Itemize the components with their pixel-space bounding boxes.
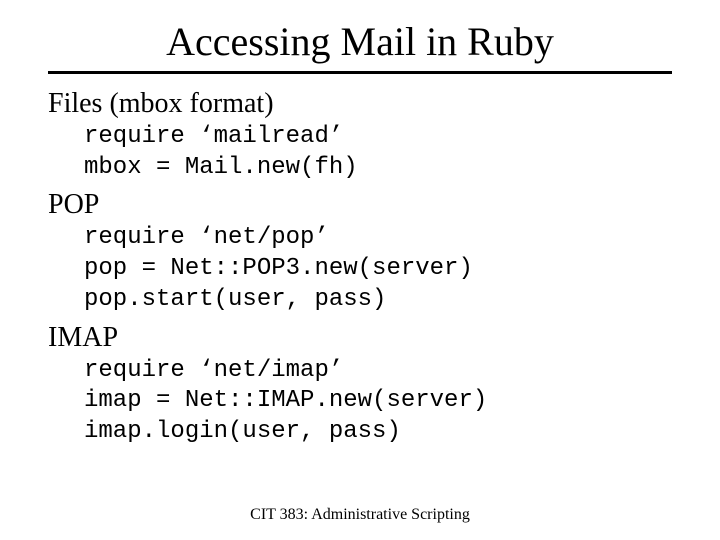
slide-title: Accessing Mail in Ruby — [0, 0, 720, 71]
code-block-files: require ‘mailread’ mbox = Mail.new(fh) — [84, 122, 672, 183]
slide-body: Files (mbox format) require ‘mailread’ m… — [0, 88, 720, 448]
slide: Accessing Mail in Ruby Files (mbox forma… — [0, 0, 720, 540]
code-block-pop: require ‘net/pop’ pop = Net::POP3.new(se… — [84, 223, 672, 315]
section-heading-imap: IMAP — [48, 322, 672, 354]
slide-footer: CIT 383: Administrative Scripting — [0, 506, 720, 524]
code-block-imap: require ‘net/imap’ imap = Net::IMAP.new(… — [84, 356, 672, 448]
section-heading-pop: POP — [48, 189, 672, 221]
title-rule — [48, 71, 672, 74]
section-heading-files: Files (mbox format) — [48, 88, 672, 120]
